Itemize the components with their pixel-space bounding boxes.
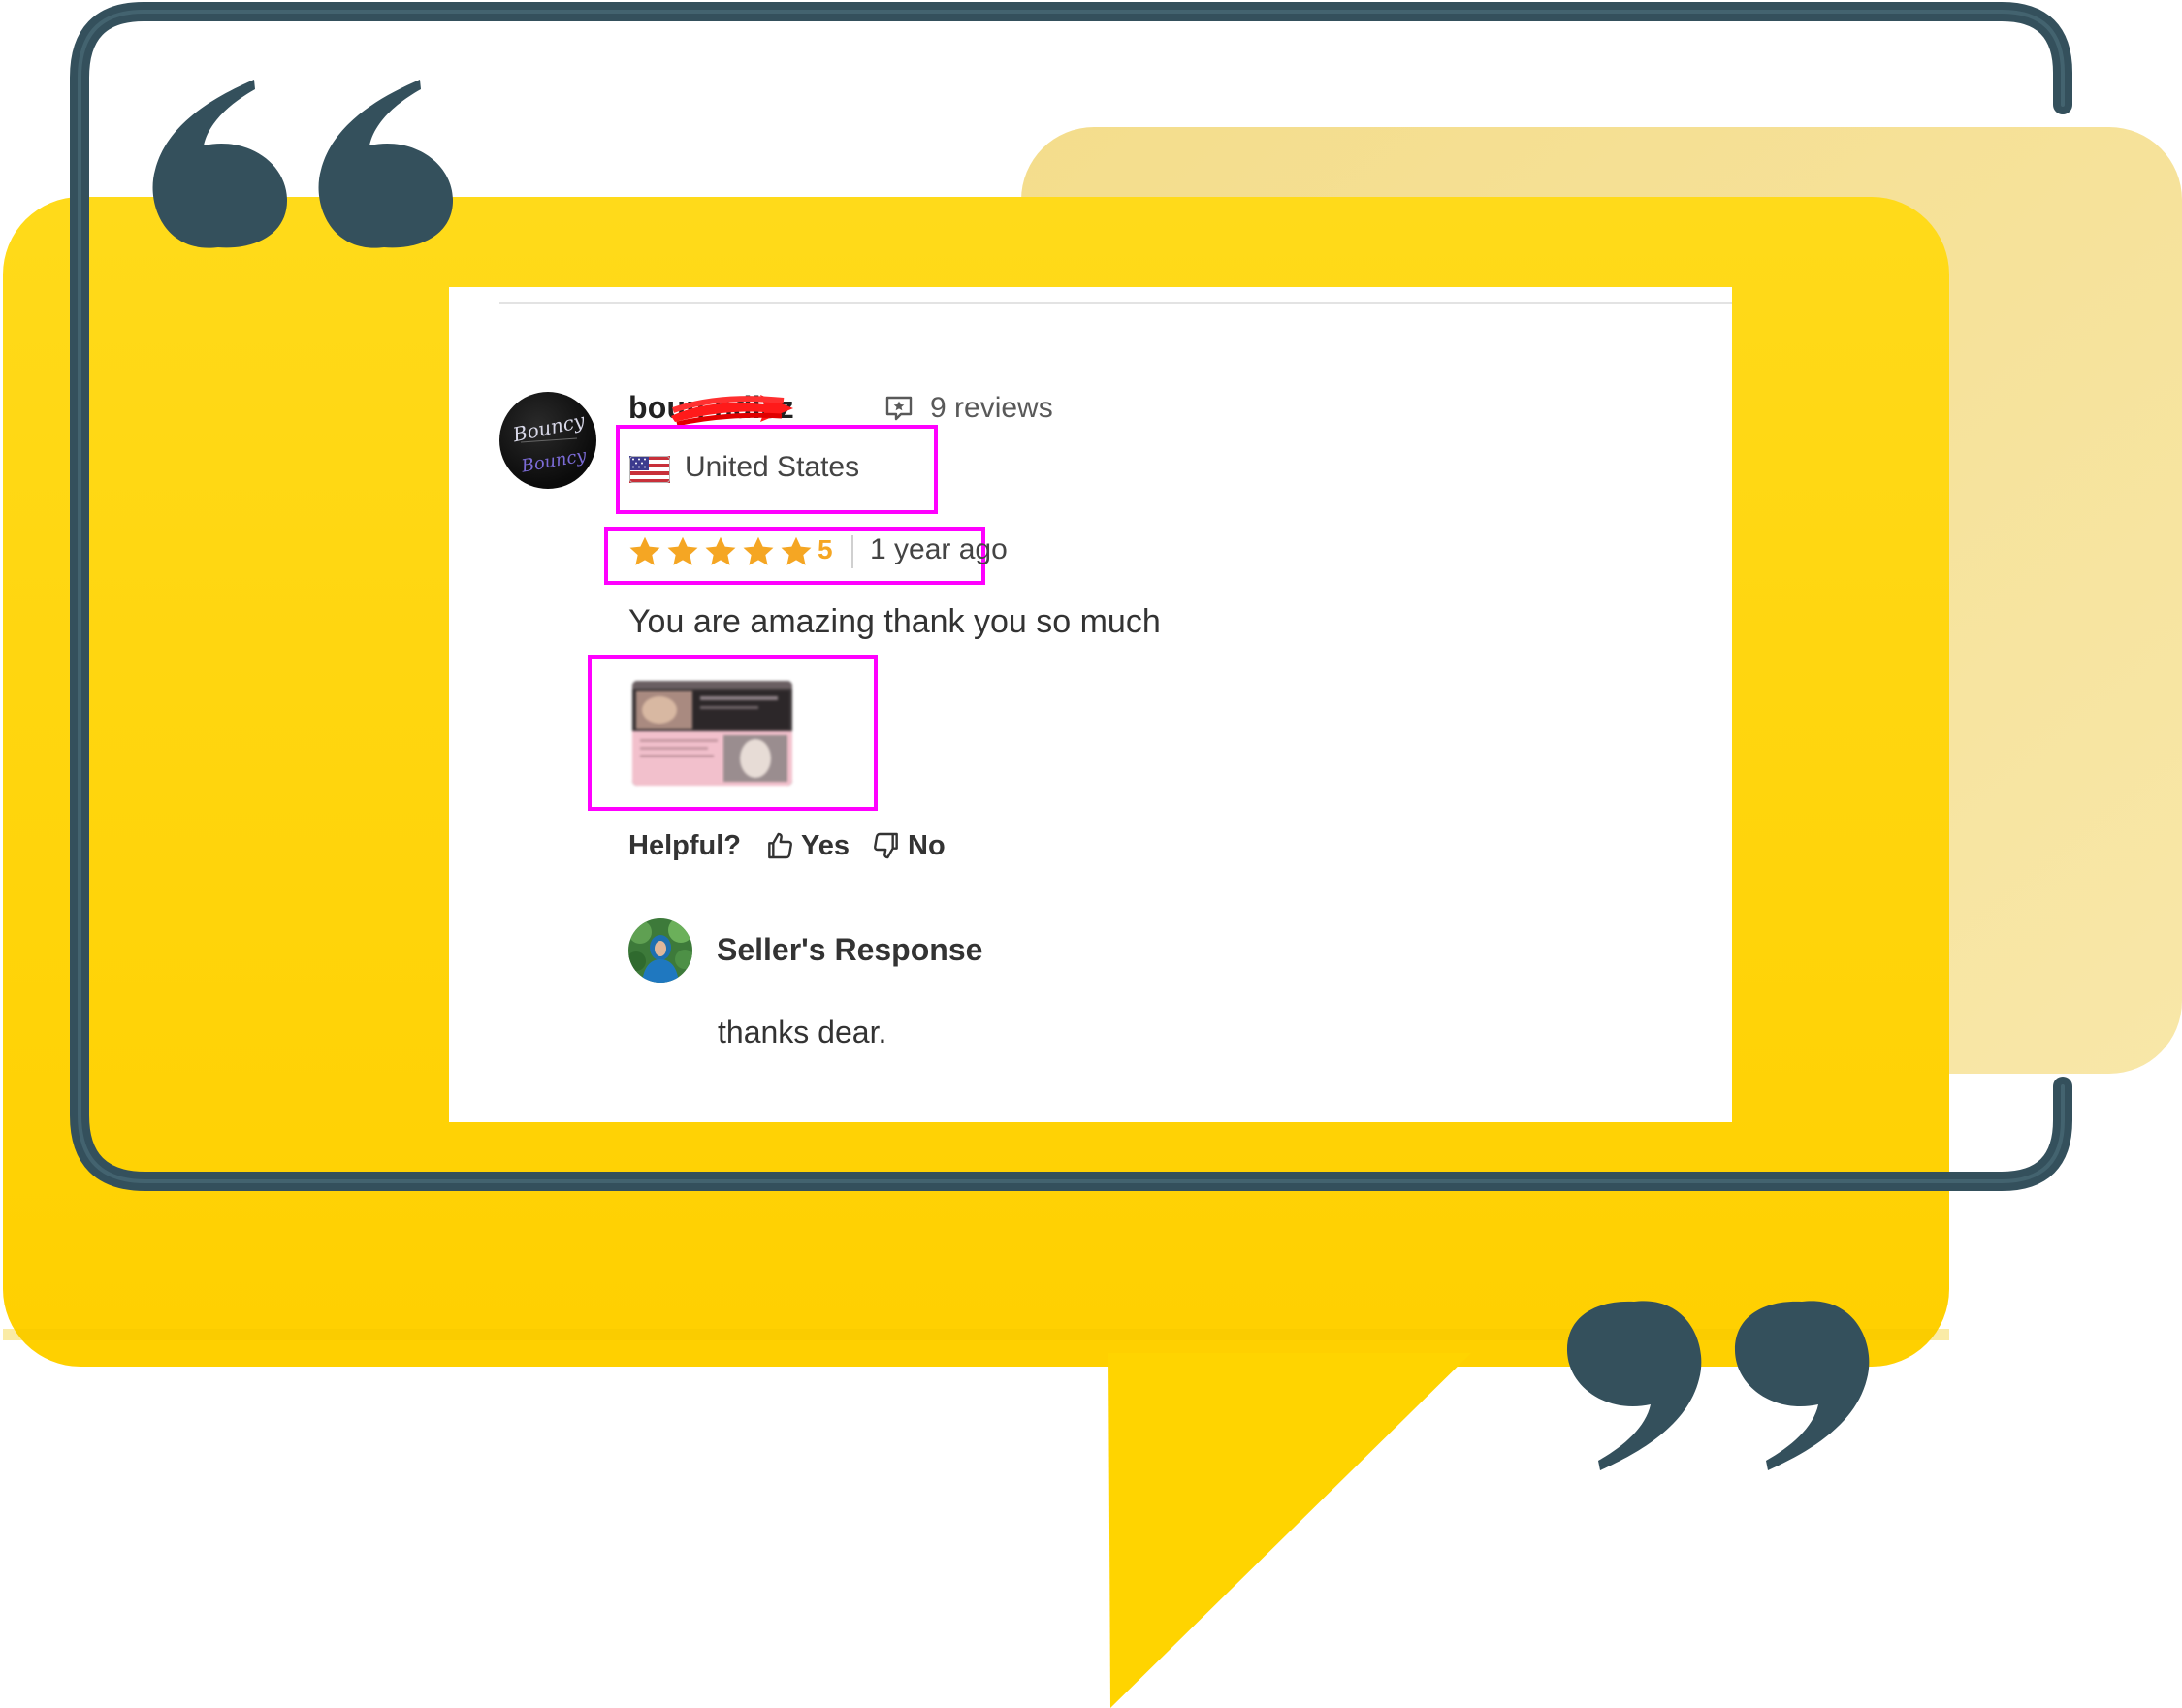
star-icon (629, 536, 660, 565)
helpful-yes-label: Yes (801, 829, 850, 861)
review-text: You are amazing thank you so much (628, 603, 1161, 640)
seller-response-title: Seller's Response (717, 932, 983, 967)
bubble-tail (1108, 1353, 1471, 1708)
star-icon (705, 536, 736, 565)
reviewer-avatar[interactable]: Bouncy Bouncy (499, 392, 596, 489)
thumbs-up-icon (768, 832, 792, 859)
helpful-yes-button[interactable]: Yes (764, 830, 850, 862)
svg-text:Bouncy: Bouncy (510, 408, 588, 446)
seller-response-text: thanks dear. (718, 1015, 887, 1049)
helpful-label: Helpful? (628, 829, 741, 861)
seller-avatar[interactable] (628, 918, 692, 983)
divider (499, 302, 1732, 304)
star-rating (627, 534, 817, 569)
helpful-no-label: No (908, 829, 946, 861)
reviewer-country: United States (685, 451, 860, 483)
review-speech-icon (885, 396, 913, 421)
svg-text:Bouncy: Bouncy (519, 445, 589, 477)
star-icon (781, 536, 812, 565)
testimonial-graphic: Bouncy Bouncy boun ndlez 9 reviews (0, 0, 2182, 1708)
rating-separator (851, 535, 853, 568)
review-card: Bouncy Bouncy boun ndlez 9 reviews (449, 287, 1732, 1122)
star-icon (743, 536, 774, 565)
helpful-no-button[interactable]: No (871, 830, 946, 862)
star-icon (667, 536, 698, 565)
thumbs-down-icon (874, 832, 898, 859)
helpful-row: Helpful? Yes No (628, 828, 967, 863)
review-photo-thumbnail[interactable] (632, 681, 792, 786)
review-time: 1 year ago (870, 533, 1008, 565)
us-flag-icon (629, 456, 670, 483)
rating-value: 5 (818, 534, 833, 564)
reviews-count[interactable]: 9 reviews (930, 392, 1053, 425)
